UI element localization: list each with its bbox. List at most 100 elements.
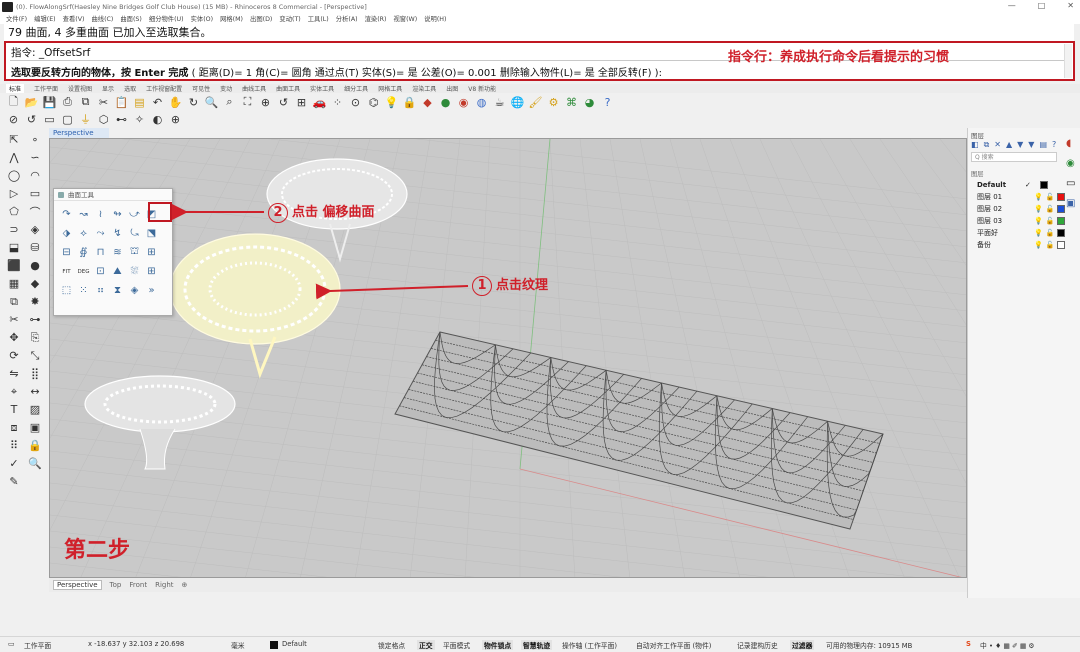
surface-icon[interactable]: ◈ [25, 221, 45, 238]
fit-srf-icon[interactable]: FIT [58, 262, 75, 281]
command-options[interactable]: 选取要反转方向的物体，按 Enter 完成 ( 距离(D)= 1 角(C)= 圆… [11, 64, 662, 79]
layer-color-swatch[interactable] [1040, 181, 1048, 189]
viewport-tab-front[interactable]: Front [129, 581, 147, 589]
rebuild-srf-icon[interactable]: ↯ [109, 224, 126, 243]
open-icon[interactable]: 📂 [24, 95, 39, 110]
menu-item-1[interactable]: 编辑(E) [34, 14, 56, 23]
polygon-icon[interactable]: ⬠ [4, 203, 24, 220]
toolbar-tab-13[interactable]: 渲染工具 [412, 84, 436, 93]
dimension-icon[interactable]: ↔ [25, 383, 45, 400]
paste-icon[interactable]: 📋 [114, 95, 129, 110]
explode-icon[interactable]: ✸ [25, 293, 45, 310]
mesh-icon[interactable]: ▦ [4, 275, 24, 292]
scale-icon[interactable]: ⤡ [25, 347, 45, 364]
extend-srf-icon[interactable]: ⬗ [58, 224, 75, 243]
viewport-tab-top[interactable]: Top [110, 581, 122, 589]
sogou-ime-icon[interactable]: S [966, 640, 971, 648]
chamfer-srf-icon[interactable]: ↬ [109, 205, 126, 224]
viewport-tab-perspective[interactable]: Perspective [53, 580, 102, 590]
viewport-tab-right[interactable]: Right [155, 581, 173, 589]
pan-icon[interactable]: ✋ [168, 95, 183, 110]
shrink-srf-icon[interactable]: ⬔ [143, 224, 160, 243]
check-icon[interactable]: ✓ [4, 455, 24, 472]
layer-lock-icon[interactable]: 🔓 [1046, 229, 1055, 237]
polyline-icon[interactable]: ⋀ [4, 149, 24, 166]
menu-item-14[interactable]: 说明(H) [424, 14, 446, 23]
delete-layer-icon[interactable]: ✕ [994, 140, 1001, 149]
undo-view-icon[interactable]: ↺ [276, 95, 291, 110]
flow-srf-icon[interactable]: ∯ [75, 243, 92, 262]
grasshopper-icon[interactable]: ⌘ [564, 95, 579, 110]
help-icon[interactable]: ? [600, 95, 615, 110]
pipe-icon[interactable]: ⏚ [78, 112, 93, 127]
window-icon[interactable]: ▢ [60, 112, 75, 127]
toolbar-tab-7[interactable]: 变动 [220, 84, 232, 93]
status-smarttrack[interactable]: 智慧轨迹 [521, 640, 553, 650]
ime-tray-icons[interactable]: 中 • ♦ ▦ ✐ ▦ ⚙ [980, 640, 1035, 650]
zoom-extents-icon[interactable]: ⛶ [240, 95, 255, 110]
brush-icon[interactable]: 🖌 [528, 95, 543, 110]
drape-icon[interactable]: ⛆ [126, 262, 143, 281]
status-gumball[interactable]: 操作轴 (工作平面) [562, 640, 617, 650]
gear-icon[interactable]: ⚙ [546, 95, 561, 110]
status-auto-cplane[interactable]: 自动对齐工作平面 (物件) [636, 640, 711, 650]
layer-color-swatch[interactable] [1057, 229, 1066, 237]
environment-icon[interactable]: ◍ [474, 95, 489, 110]
toolbar-tab-2[interactable]: 设置视图 [68, 84, 92, 93]
toolbar-tab-10[interactable]: 实体工具 [310, 84, 334, 93]
layer-lock-icon[interactable]: 🔓 [1046, 193, 1055, 201]
menu-item-13[interactable]: 视窗(W) [393, 14, 417, 23]
fillet-icon[interactable]: ⌒ [25, 203, 45, 220]
layer-row[interactable]: 图层 02 💡 🔓 [968, 203, 1066, 215]
split-srf-icon[interactable]: ⊟ [58, 243, 75, 262]
save-icon[interactable]: 💾 [42, 95, 57, 110]
network-srf-icon[interactable]: ⊞ [143, 243, 160, 262]
sphere-srf-icon[interactable]: ◈ [126, 281, 143, 300]
status-history[interactable]: 记录建构历史 [737, 640, 778, 650]
unroll-srf-icon[interactable]: ⊓ [92, 243, 109, 262]
panel-icon[interactable]: ▭ [42, 112, 57, 127]
toolbar-tab-11[interactable]: 细分工具 [344, 84, 368, 93]
status-filter[interactable]: 过滤器 [790, 640, 815, 650]
tools-icon[interactable]: ▤ [1039, 140, 1047, 149]
layer-color-swatch[interactable] [1057, 241, 1066, 249]
paint-icon[interactable]: ✎ [4, 473, 24, 490]
layer-row[interactable]: 图层 03 💡 🔓 [968, 215, 1066, 227]
layer-visible-icon[interactable]: 💡 [1034, 193, 1043, 201]
points-icon[interactable]: ⁘ [330, 95, 345, 110]
hatch-icon[interactable]: ⬡ [96, 112, 111, 127]
add-viewport-icon[interactable]: ⊕ [182, 581, 188, 589]
command-prompt[interactable]: 指令: _OffsetSrf [11, 45, 90, 60]
cut-icon[interactable]: ✂ [96, 95, 111, 110]
teapot-icon[interactable]: ☕ [492, 95, 507, 110]
lock-obj-icon[interactable]: 🔒 [25, 437, 45, 454]
circle-select-icon[interactable]: ⊘ [6, 112, 21, 127]
sphere-color-icon[interactable]: ● [438, 95, 453, 110]
move-up-icon[interactable]: ▲ [1006, 140, 1012, 149]
layer-lock-icon[interactable]: 🔓 [1046, 241, 1055, 249]
status-units[interactable]: 毫米 [231, 640, 245, 650]
mirror-icon[interactable]: ⇋ [4, 365, 24, 382]
layout-icon[interactable]: ▣ [25, 419, 45, 436]
rotate-icon[interactable]: ↻ [186, 95, 201, 110]
sphere-icon[interactable]: ● [25, 257, 45, 274]
rectangle-icon[interactable]: ▭ [25, 185, 45, 202]
new-file-icon[interactable]: 🗋 [6, 95, 21, 110]
layer-color-swatch[interactable] [1057, 205, 1066, 213]
layer-tab-icon[interactable]: ▣ [1066, 198, 1078, 209]
layer-lock-icon[interactable]: 🔓 [1046, 217, 1055, 225]
select-arrow-icon[interactable]: ⇱ [4, 131, 24, 148]
status-layer[interactable]: Default [282, 640, 307, 648]
toolbar-tab-6[interactable]: 可见性 [192, 84, 210, 93]
fillet-srf-icon[interactable]: ↷ [58, 205, 75, 224]
curve-icon[interactable]: ∽ [25, 149, 45, 166]
toolbar-tab-8[interactable]: 曲线工具 [242, 84, 266, 93]
lightbulb-icon[interactable]: 💡 [384, 95, 399, 110]
toolbar-tab-4[interactable]: 选取 [124, 84, 136, 93]
circle-icon[interactable]: ◯ [4, 167, 24, 184]
cage-icon[interactable]: ⬚ [58, 281, 75, 300]
new-layer-icon[interactable]: ◧ [971, 140, 979, 149]
menu-item-5[interactable]: 细分物件(U) [149, 14, 184, 23]
toolbar-tab-9[interactable]: 曲面工具 [276, 84, 300, 93]
print-icon[interactable]: ⎙ [60, 95, 75, 110]
